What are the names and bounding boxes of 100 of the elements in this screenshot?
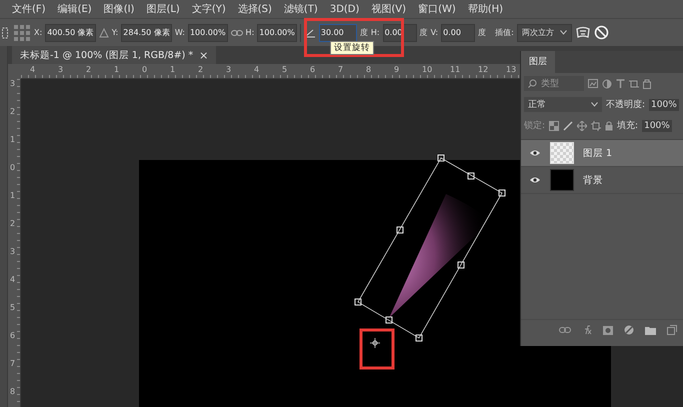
field-label: X: <box>34 28 42 37</box>
layer-row[interactable]: 图层 1 <box>521 140 683 167</box>
fill-field[interactable]: 100% <box>642 120 672 132</box>
ruler-label: 3 <box>10 247 16 256</box>
unit-label: 度 <box>360 27 368 38</box>
input-field[interactable]: 284.50 像素 <box>121 24 172 42</box>
adjustment-filter-icon[interactable] <box>602 78 612 88</box>
mask-icon[interactable] <box>603 326 613 334</box>
ruler-label: 2 <box>10 107 16 116</box>
ruler-label: 11 <box>450 65 460 74</box>
fx-icon[interactable] <box>582 325 592 335</box>
field-label: H: <box>246 28 254 37</box>
ruler-label: 5 <box>10 303 16 312</box>
document-title: 未标题-1 @ 100% (图层 1, RGB/8#) * <box>20 48 194 62</box>
transform-handle[interactable] <box>498 190 506 196</box>
menu-item[interactable]: 文件(F) <box>12 2 46 16</box>
brush-icon[interactable] <box>563 120 574 130</box>
ruler-label: 5 <box>282 65 288 74</box>
unit-label: 度 <box>478 27 486 38</box>
move-icon[interactable] <box>577 120 588 130</box>
eye-icon[interactable] <box>529 176 541 184</box>
input-field[interactable]: 100.00% <box>188 24 228 42</box>
search-icon[interactable] <box>528 79 537 88</box>
transform-handle[interactable] <box>458 262 464 268</box>
unit-label: 度 <box>420 27 428 38</box>
ruler-label: 13 <box>506 65 516 74</box>
ruler-label: 8 <box>366 65 372 74</box>
menu-item[interactable]: 文字(Y) <box>192 2 226 16</box>
triangle-icon[interactable] <box>98 28 109 38</box>
field-label: H: <box>370 28 380 37</box>
artboard-icon[interactable] <box>591 120 602 130</box>
field-label: 插值: <box>495 27 514 38</box>
ruler-label: 3 <box>10 79 16 88</box>
move-tool-icon[interactable] <box>2 26 10 38</box>
menu-item[interactable]: 编辑(E) <box>58 2 92 16</box>
new-layer-icon[interactable] <box>667 325 677 335</box>
menu-item[interactable]: 窗口(W) <box>418 2 456 16</box>
pivot-point-icon[interactable] <box>370 338 380 348</box>
folder-icon[interactable] <box>645 326 656 334</box>
document-tab[interactable]: 未标题-1 @ 100% (图层 1, RGB/8#) * × <box>12 46 216 64</box>
transform-handle[interactable] <box>416 334 422 342</box>
menu-item[interactable]: 图像(I) <box>104 2 134 16</box>
ruler-label: 1 <box>10 135 16 144</box>
shape-filter-icon[interactable] <box>629 78 639 88</box>
menu-item[interactable]: 3D(D) <box>330 4 360 14</box>
cancel-icon[interactable] <box>594 25 609 40</box>
input-field[interactable]: 400.50 像素 <box>45 24 96 42</box>
ruler-label: 12 <box>478 65 488 74</box>
menu-item[interactable]: 选择(S) <box>238 2 272 16</box>
input-field[interactable]: 0.00 <box>441 24 476 42</box>
ruler-label: 2 <box>86 65 92 74</box>
ruler-label: 7 <box>338 65 344 74</box>
menu-item[interactable]: 滤镜(T) <box>284 2 318 16</box>
opacity-field[interactable]: 100% <box>649 98 679 110</box>
reference-point-icon[interactable] <box>13 24 31 42</box>
eye-icon[interactable] <box>529 149 541 157</box>
input-field[interactable]: 100.00% <box>257 24 297 42</box>
field-label: V: <box>430 28 438 37</box>
smart-object-filter-icon[interactable] <box>643 78 651 88</box>
warp-icon[interactable] <box>574 26 591 40</box>
ruler-label: 1 <box>170 65 176 74</box>
interpolation-dropdown[interactable]: 两次立方 <box>516 24 572 42</box>
transform-handle[interactable] <box>468 172 474 180</box>
angle-input-field[interactable]: 30.00 <box>318 24 357 42</box>
transform-bounding-box[interactable] <box>357 157 503 339</box>
transform-handle[interactable] <box>396 226 404 234</box>
menu-item[interactable]: 帮助(H) <box>468 2 504 16</box>
link-icon[interactable] <box>230 28 243 36</box>
layer-row[interactable]: 背景 <box>521 167 683 194</box>
type-filter-icon[interactable] <box>616 78 625 88</box>
ruler-label: 4 <box>254 65 260 74</box>
ruler-label: 7 <box>10 359 16 368</box>
caret-icon[interactable] <box>591 102 598 107</box>
checker-lock-icon[interactable] <box>549 120 560 130</box>
close-button[interactable]: × <box>199 48 208 62</box>
ruler-label: 2 <box>198 65 204 74</box>
layer-name: 图层 1 <box>583 146 612 160</box>
blend-mode-dropdown[interactable]: 正常 <box>524 97 602 112</box>
ruler-label: 2 <box>10 219 16 228</box>
ruler-label: 6 <box>310 65 316 74</box>
panel-tab[interactable]: 图层 <box>521 51 555 73</box>
menu-item[interactable]: 视图(V) <box>371 2 406 16</box>
lock-icon[interactable] <box>605 120 614 130</box>
menu-item[interactable]: 图层(L) <box>146 2 180 16</box>
link-icon[interactable] <box>559 326 571 334</box>
layer-name: 背景 <box>583 174 603 186</box>
field-label: Y: <box>112 28 118 37</box>
ruler-label: 0 <box>142 65 148 74</box>
ruler-label: 4 <box>30 65 36 74</box>
image-filter-icon[interactable] <box>588 79 598 88</box>
caret-icon[interactable] <box>560 30 567 35</box>
transform-handle[interactable] <box>438 154 444 162</box>
placeholder: 类型 <box>541 78 559 90</box>
field-label: 锁定: <box>524 120 546 132</box>
transform-handle[interactable] <box>386 316 392 324</box>
transform-handle[interactable] <box>354 298 362 306</box>
ruler-label: 8 <box>10 387 16 396</box>
highlight-annotation-box <box>360 328 394 370</box>
adjustment-icon[interactable] <box>624 325 634 335</box>
layer-thumbnail <box>550 169 574 191</box>
